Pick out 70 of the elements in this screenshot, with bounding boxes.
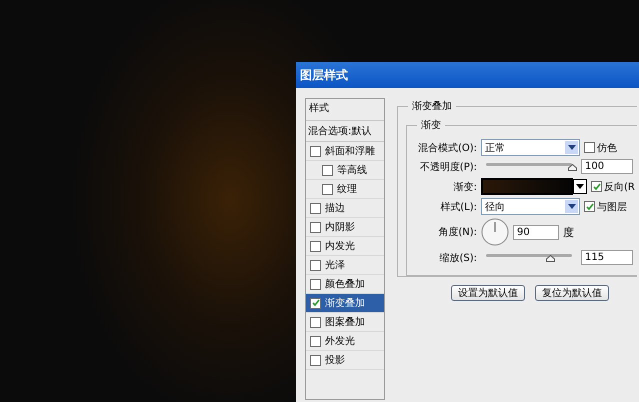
- style-dropdown[interactable]: 径向: [481, 198, 580, 215]
- blend-mode-dropdown[interactable]: 正常: [481, 139, 580, 156]
- style-list-item[interactable]: 渐变叠加: [306, 294, 384, 313]
- style-name: 内阴影: [325, 220, 355, 234]
- field-label: 渐变:: [452, 180, 477, 194]
- checkmark-icon: [592, 182, 600, 190]
- style-list-item[interactable]: 图案叠加: [306, 313, 384, 332]
- style-list-item[interactable]: 外发光: [306, 332, 384, 351]
- checkbox[interactable]: [310, 278, 321, 290]
- section-title: 渐变: [417, 118, 445, 132]
- field-label: 不透明度(P):: [418, 160, 477, 174]
- style-name: 渐变叠加: [325, 296, 365, 310]
- checkbox[interactable]: [310, 354, 321, 366]
- blend-options-item[interactable]: 混合选项:默认: [306, 121, 384, 142]
- caret-icon: [568, 145, 576, 150]
- checkmark-icon: [312, 299, 320, 307]
- checkbox[interactable]: [591, 181, 602, 192]
- style-name: 斜面和浮雕: [325, 144, 375, 158]
- checkbox[interactable]: [310, 316, 321, 328]
- slider-thumb[interactable]: [546, 255, 555, 262]
- style-name: 投影: [325, 354, 345, 367]
- style-list-item[interactable]: 纹理: [306, 180, 384, 199]
- checkmark-icon: [586, 202, 594, 210]
- style-list-item[interactable]: 描边: [306, 199, 384, 218]
- style-list-item[interactable]: 等高线: [306, 161, 384, 180]
- dither-option[interactable]: 仿色: [584, 140, 617, 154]
- caret-icon: [568, 204, 576, 209]
- checkbox[interactable]: [584, 201, 595, 212]
- group-title: 渐变叠加: [408, 99, 456, 113]
- style-list-item[interactable]: 内阴影: [306, 218, 384, 237]
- dialog-button[interactable]: 复位为默认值: [535, 285, 609, 301]
- style-name: 等高线: [337, 164, 367, 177]
- checkbox[interactable]: [322, 164, 333, 176]
- style-name: 描边: [325, 202, 345, 215]
- style-name: 纹理: [337, 183, 357, 196]
- angle-dial[interactable]: [481, 218, 509, 246]
- dialog-button[interactable]: 设置为默认值: [451, 285, 525, 301]
- style-name: 内发光: [325, 240, 355, 253]
- gradient-picker-button[interactable]: [573, 179, 587, 194]
- field-label: 缩放(S):: [438, 252, 477, 264]
- checkbox[interactable]: [584, 142, 595, 153]
- field-label: 样式(L):: [439, 200, 477, 214]
- style-name: 外发光: [325, 334, 355, 348]
- checkbox[interactable]: [310, 222, 321, 232]
- checkbox[interactable]: [310, 260, 321, 270]
- style-name: 光泽: [325, 258, 345, 272]
- window-title: 图层样式: [296, 62, 639, 88]
- style-list-item[interactable]: 斜面和浮雕: [306, 142, 384, 161]
- checkbox[interactable]: [310, 202, 321, 214]
- checkbox[interactable]: [310, 146, 321, 156]
- field-label: 角度(N):: [437, 226, 477, 239]
- style-list-item[interactable]: 投影: [306, 351, 384, 370]
- style-list-item[interactable]: 内发光: [306, 237, 384, 256]
- reverse-option[interactable]: 反向(R: [591, 180, 635, 194]
- style-list-item[interactable]: 光泽: [306, 256, 384, 275]
- checkbox[interactable]: [310, 336, 321, 346]
- checkbox[interactable]: [310, 298, 321, 308]
- style-name: 颜色叠加: [325, 278, 365, 291]
- styles-header: 样式: [306, 99, 384, 121]
- align-option[interactable]: 与图层: [584, 200, 627, 214]
- checkbox[interactable]: [310, 240, 321, 252]
- angle-input[interactable]: 90: [513, 224, 559, 240]
- caret-icon: [576, 184, 584, 189]
- scale-input[interactable]: 115: [581, 250, 633, 265]
- checkbox[interactable]: [322, 184, 333, 194]
- style-name: 图案叠加: [325, 316, 365, 329]
- field-label: 混合模式(O):: [416, 142, 477, 154]
- unit-label: 度: [563, 224, 574, 240]
- gradient-swatch[interactable]: [481, 178, 573, 195]
- opacity-input[interactable]: 100: [581, 159, 633, 174]
